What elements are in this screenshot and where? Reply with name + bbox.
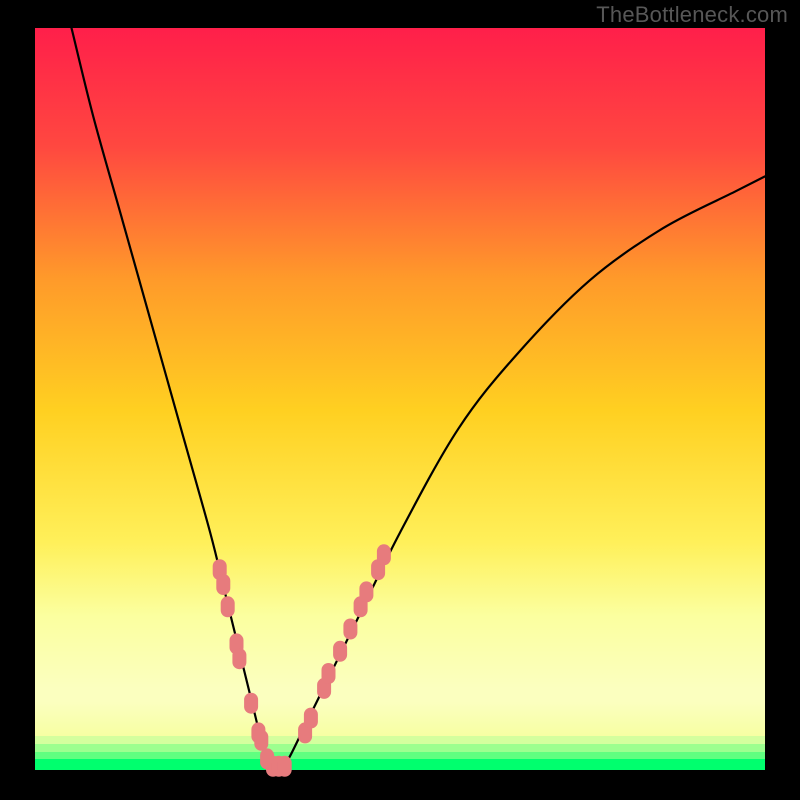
gradient-band-green2 xyxy=(35,744,765,752)
curve-marker xyxy=(216,574,230,595)
curve-marker xyxy=(278,756,292,777)
gradient-band-main xyxy=(35,28,765,688)
curve-marker xyxy=(244,693,258,714)
curve-marker xyxy=(377,544,391,565)
curve-marker xyxy=(333,641,347,662)
curve-marker xyxy=(304,708,318,729)
curve-marker xyxy=(254,730,268,751)
gradient-band-pale-solid xyxy=(35,688,765,702)
curve-marker xyxy=(221,596,235,617)
chart-stage: TheBottleneck.com xyxy=(0,0,800,800)
curve-marker xyxy=(322,663,336,684)
gradient-band-green3 xyxy=(35,752,765,759)
curve-marker xyxy=(359,581,373,602)
gradient-band-green1 xyxy=(35,736,765,744)
curve-marker xyxy=(343,619,357,640)
chart-svg xyxy=(0,0,800,800)
plot-area xyxy=(35,28,765,777)
curve-marker xyxy=(232,648,246,669)
gradient-band-pale-fade xyxy=(35,702,765,736)
gradient-band-green4 xyxy=(35,759,765,770)
watermark-text: TheBottleneck.com xyxy=(596,2,788,28)
